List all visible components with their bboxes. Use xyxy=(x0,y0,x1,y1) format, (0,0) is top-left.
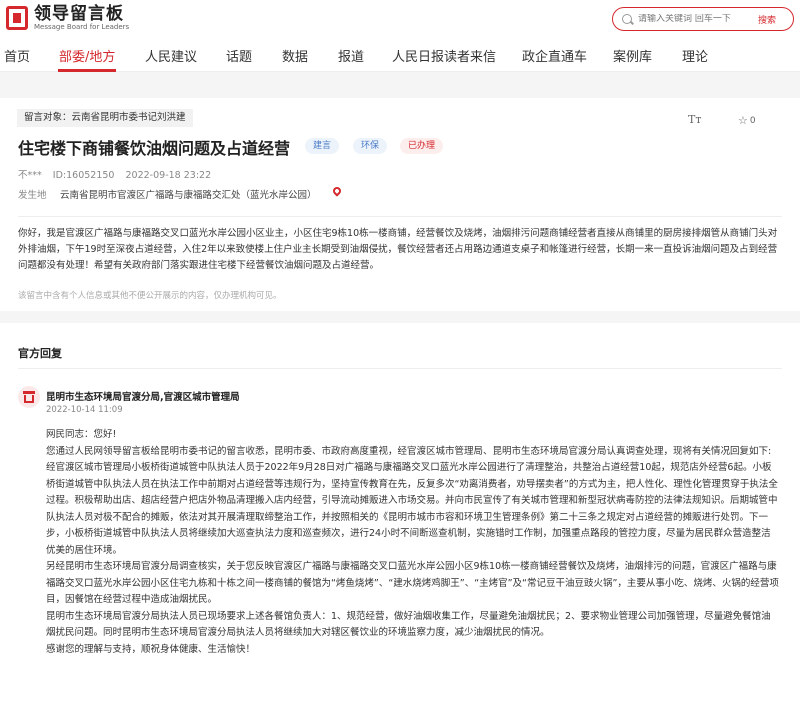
reply-paragraph: 网民同志：您好! xyxy=(46,429,117,440)
like-button[interactable]: ☆ 0 xyxy=(738,114,756,127)
message-card: 留言对象：云南省昆明市委书记刘洪建 Tт ☆ 0 住宅楼下商铺餐饮油烟问题及占道… xyxy=(0,98,800,311)
nav-item-theory[interactable]: 理论 xyxy=(682,46,708,65)
nav-item-topics[interactable]: 话题 xyxy=(226,46,252,65)
reply-paragraph: 您通过人民网领导留言板给昆明市委书记的留言收悉，昆明市委、市政府高度重视，经官渡… xyxy=(46,445,772,457)
top-header: 领导留言板 Message Board for Leaders 搜索 xyxy=(0,0,800,36)
nav-item-letters[interactable]: 人民日报读者来信 xyxy=(392,46,496,65)
nav-item-data[interactable]: 数据 xyxy=(282,46,308,65)
divider xyxy=(18,216,782,217)
divider xyxy=(18,368,782,369)
nav-active-indicator xyxy=(58,69,116,72)
nav-item-ministries[interactable]: 部委/地方 xyxy=(59,46,115,65)
location-text: 云南省昆明市官渡区广福路与康福路交汇处（蓝光水岸公园） xyxy=(60,190,317,201)
message-title: 住宅楼下商铺餐饮油烟问题及占道经营 xyxy=(18,139,291,158)
font-size-icon[interactable]: Tт xyxy=(688,113,701,126)
nav-item-suggestions[interactable]: 人民建议 xyxy=(145,46,197,65)
search-box: 搜索 xyxy=(612,7,794,31)
reply-card: 官方回复 昆明市生态环境局官渡分局,官渡区城市管理局 2022-10-14 11… xyxy=(0,323,800,708)
location-label: 发生地 xyxy=(18,190,47,201)
reply-paragraph: 昆明市生态环境局官渡分局执法人员已现场要求上述各餐馆负责人：1、规范经营，做好油… xyxy=(46,610,771,639)
search-button[interactable]: 搜索 xyxy=(758,13,776,26)
logo-subtitle: Message Board for Leaders xyxy=(34,23,130,31)
nav-item-cases[interactable]: 案例库 xyxy=(613,46,652,65)
privacy-notice: 该留言中含有个人信息或其他不便公开展示的内容，仅办理机构可见。 xyxy=(18,291,282,301)
site-logo[interactable]: 领导留言板 Message Board for Leaders xyxy=(6,5,129,31)
reply-heading: 官方回复 xyxy=(18,347,62,360)
message-id: ID:16052150 xyxy=(52,170,115,181)
nav-item-enterprise[interactable]: 政企直通车 xyxy=(522,46,587,65)
search-icon xyxy=(622,14,632,24)
tag-suggestion: 建言 xyxy=(305,138,340,154)
message-author: 不*** xyxy=(18,170,42,181)
main-nav: 首页 部委/地方 人民建议 话题 数据 报道 人民日报读者来信 政企直通车 案例… xyxy=(0,36,800,72)
reply-time: 2022-10-14 11:09 xyxy=(46,405,123,415)
reply-body: 网民同志：您好! 您通过人民网领导留言板给昆明市委书记的留言收悉，昆明市委、市政… xyxy=(46,427,780,658)
nav-item-home[interactable]: 首页 xyxy=(4,46,30,65)
message-target: 留言对象：云南省昆明市委书记刘洪建 xyxy=(17,109,193,127)
message-body: 你好，我是官渡区广福路与康福路交叉口蓝光水岸公园小区业主，小区住宅9栋10栋一楼… xyxy=(18,228,778,271)
logo-title: 领导留言板 xyxy=(34,4,124,24)
reply-paragraph: 经官渡区城市管理局小板桥街道城管中队执法人员于2022年9月28日对广福路与康福… xyxy=(46,462,778,556)
search-input[interactable] xyxy=(638,14,756,24)
status-badge: 已办理 xyxy=(400,138,444,154)
nav-item-reports[interactable]: 报道 xyxy=(338,46,364,65)
reply-paragraph: 感谢您的理解与支持，顺祝身体健康、生活愉快！ xyxy=(46,643,256,655)
location-pin-icon[interactable] xyxy=(331,185,343,197)
government-building-icon xyxy=(18,386,40,408)
star-icon: ☆ xyxy=(738,114,748,127)
reply-org: 昆明市生态环境局官渡分局,官渡区城市管理局 xyxy=(46,392,240,403)
message-meta: 不*** ID:16052150 2022-09-18 23:22 xyxy=(18,167,219,181)
reply-paragraph: 另经昆明市生态环境局官渡分局调查核实，关于您反映官渡区广福路与康福路交叉口蓝光水… xyxy=(46,561,779,605)
like-count: 0 xyxy=(749,115,756,126)
logo-icon xyxy=(6,6,28,30)
message-time: 2022-09-18 23:22 xyxy=(125,170,212,181)
tag-environment: 环保 xyxy=(353,138,388,154)
